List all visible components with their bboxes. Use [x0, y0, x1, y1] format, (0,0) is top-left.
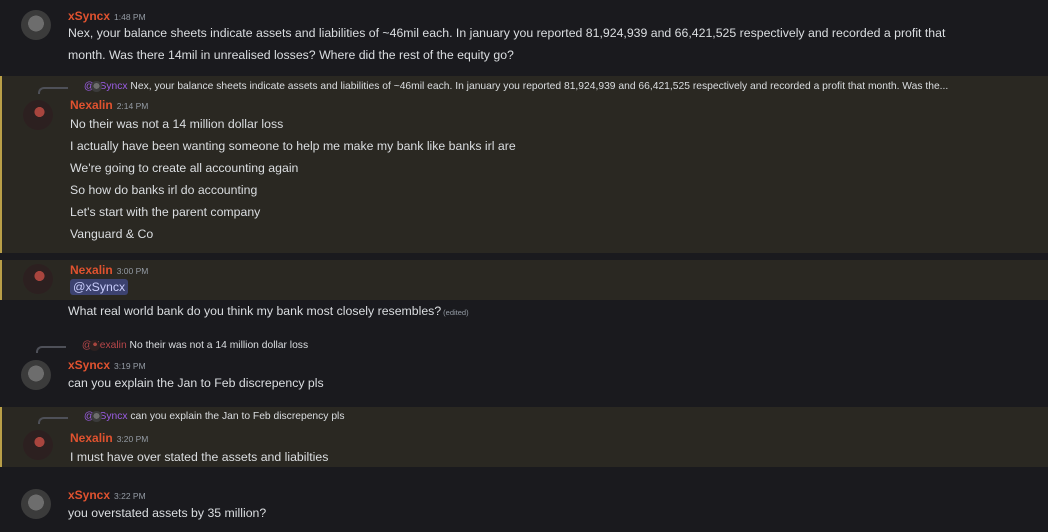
- username[interactable]: xSyncx 3:19 PM: [68, 358, 146, 372]
- avatar[interactable]: [23, 100, 53, 130]
- chat-message-list: xSyncx 1:48 PM Nex, your balance sheets i…: [0, 0, 1048, 532]
- message-text: Let's start with the parent company: [70, 205, 261, 219]
- timestamp: 1:48 PM: [114, 12, 146, 22]
- avatar[interactable]: [23, 430, 53, 460]
- avatar[interactable]: [21, 489, 51, 519]
- avatar[interactable]: [21, 10, 51, 40]
- reply-preview[interactable]: @Nexalin No their was not a 14 million d…: [68, 340, 1028, 351]
- reply-preview[interactable]: @xSyncx Nex, your balance sheets indicat…: [70, 81, 1030, 92]
- timestamp: 3:22 PM: [114, 491, 146, 501]
- message-text: What real world bank do you think my ban…: [68, 304, 469, 318]
- reply-avatar: [91, 81, 102, 92]
- username[interactable]: Nexalin 3:20 PM: [70, 431, 148, 445]
- edited-label: (edited): [443, 308, 469, 317]
- message-text: you overstated assets by 35 million?: [68, 506, 267, 520]
- timestamp: 3:00 PM: [116, 266, 149, 276]
- message-text: I actually have been wanting someone to …: [70, 139, 516, 153]
- message-text: Nex, your balance sheets indicate assets…: [68, 26, 946, 40]
- reply-text: Nex, your balance sheets indicate assets…: [130, 81, 949, 93]
- avatar[interactable]: [23, 264, 53, 294]
- reply-connector: [36, 346, 66, 353]
- username[interactable]: xSyncx 3:22 PM: [68, 488, 146, 502]
- avatar[interactable]: [21, 360, 51, 390]
- user-mention[interactable]: @xSyncx: [70, 279, 129, 295]
- message-text: So how do banks irl do accounting: [70, 183, 258, 197]
- reply-text: can you explain the Jan to Feb discrepen…: [130, 411, 345, 423]
- message-text: I must have over stated the assets and l…: [70, 450, 329, 464]
- timestamp: 3:19 PM: [114, 361, 146, 371]
- reply-text: No their was not a 14 million dollar los…: [129, 340, 309, 352]
- reply-avatar: [91, 411, 102, 422]
- message-text: Vanguard & Co: [70, 227, 154, 241]
- message-group: xSyncx 1:48 PM Nex, your balance sheets i…: [0, 6, 1048, 66]
- message-group-highlighted: @xSyncx can you explain the Jan to Feb d…: [0, 407, 1048, 467]
- message-group-highlighted: Nexalin 3:00 PM @xSyncx: [0, 260, 1048, 300]
- reply-preview[interactable]: @xSyncx can you explain the Jan to Feb d…: [70, 411, 1030, 422]
- timestamp: 2:14 PM: [116, 101, 149, 111]
- message-text: can you explain the Jan to Feb discrepen…: [68, 376, 324, 390]
- reply-connector: [38, 417, 68, 424]
- message-group: xSyncx 3:22 PM you overstated assets by 3…: [0, 486, 1048, 528]
- username[interactable]: xSyncx 1:48 PM: [68, 9, 146, 23]
- reply-avatar: [89, 340, 100, 351]
- message-group-highlighted: @xSyncx Nex, your balance sheets indicat…: [0, 76, 1048, 253]
- reply-connector: [38, 87, 68, 94]
- username[interactable]: Nexalin 3:00 PM: [70, 263, 148, 277]
- message-text: @xSyncx: [70, 279, 129, 295]
- message-text: We're going to create all accounting aga…: [70, 161, 299, 175]
- timestamp: 3:20 PM: [116, 434, 149, 444]
- username[interactable]: Nexalin 2:14 PM: [70, 98, 148, 112]
- message-text: No their was not a 14 million dollar los…: [70, 117, 284, 131]
- message-group: @Nexalin No their was not a 14 million d…: [0, 338, 1048, 398]
- message-text: month. Was there 14mil in unrealised los…: [68, 48, 514, 62]
